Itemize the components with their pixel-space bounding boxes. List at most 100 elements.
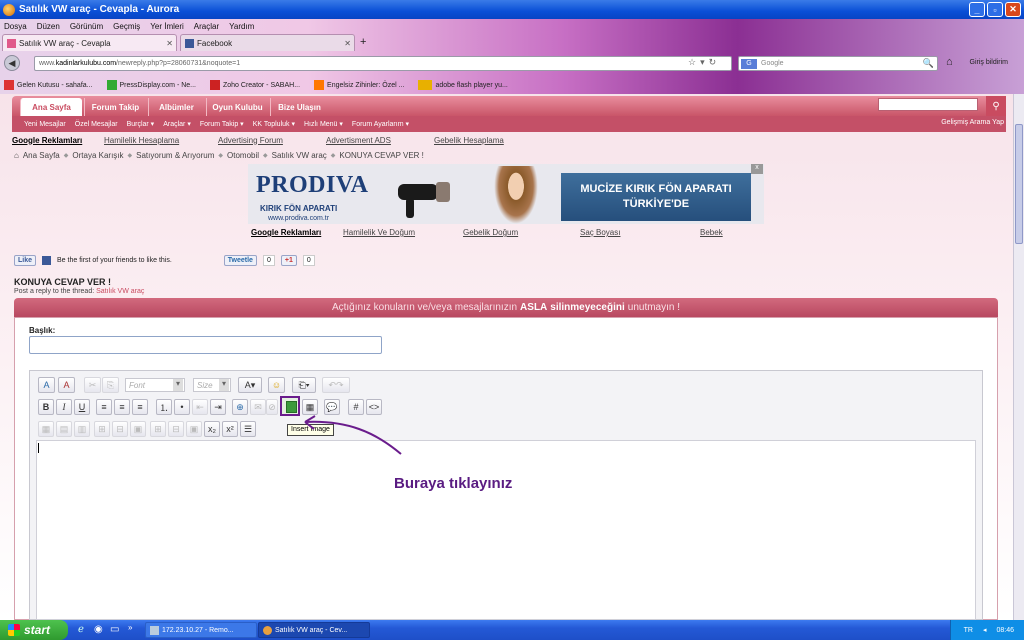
subnav-araclar[interactable]: Araçlar ▾ <box>163 120 191 128</box>
bookmark-adobe[interactable]: adobe flash player yu... <box>418 80 508 90</box>
prodiva-banner-ad[interactable]: PRODIVA KIRIK FÖN APARATI www.prodiva.co… <box>248 164 764 224</box>
ad-link-google[interactable]: Google Reklamları <box>12 136 82 145</box>
facebook-like-button[interactable]: Like <box>14 254 37 266</box>
table-prop-icon[interactable]: ▤ <box>56 421 72 437</box>
breadcrumb-item[interactable]: Ana Sayfa <box>23 151 60 160</box>
menu-item-duzen[interactable]: Düzen <box>37 22 60 31</box>
undo-redo-icon[interactable]: ↶↷ <box>322 377 350 393</box>
show-desktop-icon[interactable]: ▭ <box>110 624 119 635</box>
text-color-icon[interactable]: A▾ <box>238 377 262 393</box>
link-icon[interactable]: ⊕ <box>232 399 248 415</box>
window-title-bar[interactable]: Satılık VW araç - Cevapla - Aurora _ ▫ ✕ <box>0 0 1024 19</box>
align-center-icon[interactable]: ≡ <box>114 399 130 415</box>
ad-close-icon[interactable]: x <box>751 164 763 174</box>
scrollbar-thumb[interactable] <box>1015 124 1023 244</box>
quicklaunch-icon[interactable]: ◉ <box>94 624 103 635</box>
smiley-icon[interactable]: ☺ <box>268 377 285 393</box>
font-select[interactable]: Font <box>125 378 185 392</box>
table-row-icon[interactable]: ▥ <box>74 421 90 437</box>
bold-button[interactable]: B <box>38 399 54 415</box>
merge-cells-icon[interactable]: ▣ <box>130 421 146 437</box>
site-tab-ana-sayfa[interactable]: Ana Sayfa <box>20 98 82 116</box>
menu-item-dosya[interactable]: Dosya <box>4 22 27 31</box>
insert-col-icon[interactable]: ⊞ <box>150 421 166 437</box>
ordered-list-icon[interactable]: ⒈ <box>156 399 172 415</box>
quicklaunch-more-icon[interactable]: » <box>128 623 132 632</box>
horizontal-rule-icon[interactable]: ☰ <box>240 421 256 437</box>
subnav-burclar[interactable]: Burçlar ▾ <box>127 120 155 128</box>
ad-link-hamilelik[interactable]: Hamilelik Hesaplama <box>104 136 179 145</box>
ad-link-google[interactable]: Google Reklamları <box>251 228 321 237</box>
underline-button[interactable]: U <box>74 399 90 415</box>
unordered-list-icon[interactable]: • <box>174 399 190 415</box>
italic-button[interactable]: I <box>56 399 72 415</box>
ie-icon[interactable]: ℯ <box>78 624 84 635</box>
switch-editor-mode-icon[interactable]: A <box>38 377 55 393</box>
subnav-ozel-mesajlar[interactable]: Özel Mesajlar <box>75 121 118 128</box>
thread-link[interactable]: Satılık VW araç <box>96 288 144 295</box>
tweet-button[interactable]: Tweetle <box>223 254 257 266</box>
remove-format-icon[interactable]: A <box>58 377 75 393</box>
ad-link-advertisment-ads[interactable]: Advertisment ADS <box>326 136 391 145</box>
indent-icon[interactable]: ⇥ <box>210 399 226 415</box>
search-input[interactable]: G Google 🔍 <box>738 56 938 71</box>
delete-row-icon[interactable]: ⊟ <box>112 421 128 437</box>
search-engine-icon[interactable]: G <box>741 59 757 69</box>
tab-close-icon[interactable]: ✕ <box>166 39 173 48</box>
copy-icon[interactable]: ⎘ <box>102 377 119 393</box>
notify-label[interactable]: Giriş bildirim <box>970 59 1009 66</box>
language-indicator[interactable]: TR <box>964 627 973 634</box>
breadcrumb-item[interactable]: Satıyorum & Arıyorum <box>136 151 214 160</box>
site-tab-albumler[interactable]: Albümler <box>148 98 204 116</box>
minimize-button[interactable]: _ <box>969 2 985 17</box>
bookmark-star-icon[interactable]: ☆ <box>688 57 696 68</box>
site-tab-bize-ulasin[interactable]: Bize Ulaşın <box>270 98 328 116</box>
start-button[interactable]: start <box>0 620 68 640</box>
back-button[interactable]: ◀ <box>4 55 20 71</box>
ad-link-hamilelik-dogum[interactable]: Hamilelik Ve Doğum <box>343 228 415 237</box>
home-icon[interactable]: ⌂ <box>946 56 953 68</box>
table-icon[interactable]: ▦ <box>38 421 54 437</box>
tab-satilik-vw[interactable]: Satılık VW araç - Cevapla ✕ <box>2 34 177 51</box>
dropdown-arrow-icon[interactable]: ▾ <box>700 57 705 68</box>
email-link-icon[interactable]: ✉ <box>250 399 266 415</box>
bookmark-pressdisplay[interactable]: PressDisplay.com - Ne... <box>106 80 196 90</box>
site-search-button[interactable]: ⚲ <box>986 96 1006 116</box>
ad-link-bebek[interactable]: Bebek <box>700 228 723 237</box>
new-tab-icon[interactable]: + <box>360 36 366 48</box>
ad-link-sac-boyasi[interactable]: Saç Boyası <box>580 228 620 237</box>
volume-icon[interactable]: ◂ <box>983 626 987 634</box>
size-select[interactable]: Size <box>193 378 231 392</box>
ad-link-advertising-forum[interactable]: Advertising Forum <box>218 136 283 145</box>
address-bar[interactable]: www. kadinlarkulubu.com/newreply.php?p=28… <box>34 56 732 71</box>
insert-row-icon[interactable]: ⊞ <box>94 421 110 437</box>
site-search-input[interactable] <box>878 98 978 111</box>
align-right-icon[interactable]: ≡ <box>132 399 148 415</box>
align-left-icon[interactable]: ≡ <box>96 399 112 415</box>
subscript-button[interactable]: x₂ <box>204 421 220 437</box>
outdent-icon[interactable]: ⇤ <box>192 399 208 415</box>
bookmark-gmail[interactable]: Gelen Kutusu - sahafa... <box>4 80 93 90</box>
ad-link-gebelik-dogum[interactable]: Gebelik Doğum <box>463 228 518 237</box>
site-tab-forum-takip[interactable]: Forum Takip <box>84 98 146 116</box>
bookmark-engelsiz[interactable]: Engelsiz Zihinler: Özel ... <box>314 80 404 90</box>
menu-item-yer-imleri[interactable]: Yer İmleri <box>150 22 184 31</box>
advanced-search-link[interactable]: Gelişmiş Arama Yap <box>941 119 1004 126</box>
subnav-yeni-mesajlar[interactable]: Yeni Mesajlar <box>24 121 66 128</box>
split-cell-icon[interactable]: ▣ <box>186 421 202 437</box>
maximize-button[interactable]: ▫ <box>987 2 1003 17</box>
menu-item-gecmis[interactable]: Geçmiş <box>113 22 140 31</box>
breadcrumb-item[interactable]: Otomobil <box>227 151 259 160</box>
menu-item-gorunum[interactable]: Görünüm <box>70 22 103 31</box>
vertical-scrollbar[interactable] <box>1013 94 1024 620</box>
subnav-hizli-menu[interactable]: Hızlı Menü ▾ <box>304 120 343 128</box>
tab-facebook[interactable]: Facebook ✕ <box>180 34 355 51</box>
title-input[interactable] <box>29 336 382 354</box>
task-remote-desktop[interactable]: 172.23.10.27 - Remo... <box>145 622 257 638</box>
reload-icon[interactable]: ↻ <box>709 57 717 68</box>
bookmark-zoho[interactable]: Zoho Creator - SABAH... <box>210 80 300 90</box>
unlink-icon[interactable]: ⊘ <box>266 399 278 415</box>
home-icon[interactable]: ⌂ <box>14 151 19 160</box>
delete-col-icon[interactable]: ⊟ <box>168 421 184 437</box>
breadcrumb-item[interactable]: Ortaya Karışık <box>72 151 123 160</box>
